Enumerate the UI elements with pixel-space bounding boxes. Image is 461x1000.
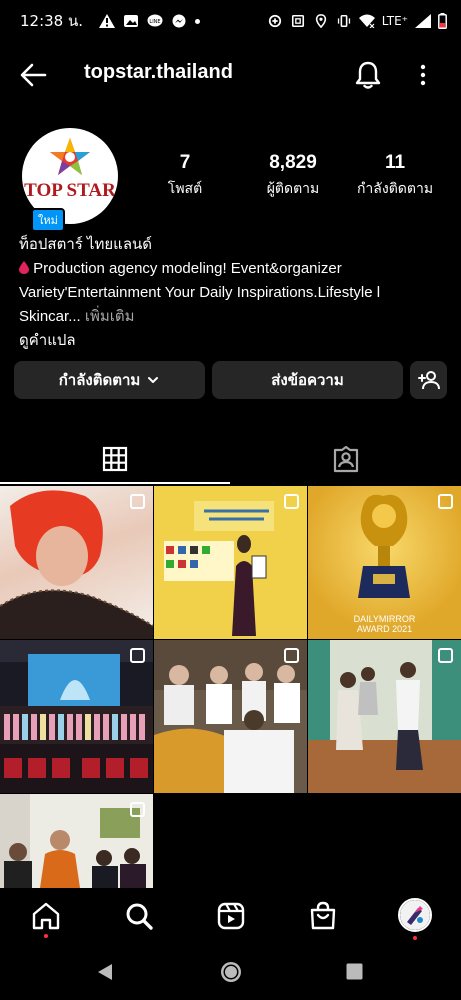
status-time: 12:38 น. [20,12,84,30]
profile-icon[interactable] [398,898,432,932]
bio-text-1: Production agency modeling! Event&organi… [29,260,342,277]
chevron-down-icon [148,377,159,383]
multi-post-icon [438,648,453,663]
signal-icon [415,14,431,28]
multi-post-icon [284,648,299,663]
nfc-icon [291,14,304,28]
network-label: LTE⁺ [381,14,408,28]
stat-followers[interactable]: 8,829 ผู้ติดตาม [248,152,338,200]
stat-label: โพสต์ [167,181,203,197]
reels-icon[interactable] [215,900,247,932]
award-caption-line1: DAILYMIRROR [353,614,416,624]
stat-posts[interactable]: 7 โพสต์ [145,152,225,200]
tab-tagged[interactable] [231,434,461,484]
add-person-icon [417,371,440,390]
profile-bio: ท็อปสตาร์ ไทยแลนด์ Production agency mod… [19,233,449,353]
stat-value: 11 [384,152,406,173]
new-story-badge: ใหม่ [31,208,65,232]
post-thumbnail[interactable] [0,794,153,888]
message-button-label: ส่งข้อความ [271,372,344,389]
profile-username: topstar.thailand [84,61,233,83]
warning-icon [99,14,116,28]
search-icon[interactable] [123,900,155,932]
back-arrow-icon[interactable] [18,60,48,90]
stat-label: กำลังติดตาม [356,181,434,197]
messenger-icon [172,14,186,28]
multi-post-icon [130,648,145,663]
suggest-people-button[interactable] [410,361,447,399]
location-icon [315,14,326,28]
grid-icon [102,446,128,472]
data-saver-icon [268,14,281,28]
post-image [0,490,153,639]
profile-header: topstar.thailand [0,52,461,98]
multi-post-icon [130,802,145,817]
award-caption-line2: AWARD 2021 [356,624,413,634]
status-bar: 12:38 น. LINE LTE⁺ [0,0,461,42]
drop-icon [19,261,29,274]
tab-posts[interactable] [0,434,230,484]
line-app-icon: LINE [147,14,163,27]
bio-line: Skincar... เพิ่มเติม [19,305,449,329]
wifi-icon [358,14,375,28]
bell-icon[interactable] [354,60,382,90]
post-thumbnail[interactable] [0,486,153,639]
profile-notification-dot [413,936,417,940]
post-thumbnail[interactable] [308,640,461,793]
more-notifications-dot [195,18,201,24]
multi-post-icon [438,494,453,509]
following-button[interactable]: กำลังติดตาม [14,361,205,399]
bio-text-2: Variety'Entertainment Your Daily Inspira… [19,284,381,301]
multi-post-icon [284,494,299,509]
system-home-icon[interactable] [219,960,243,984]
bio-line: Production agency modeling! Event&organi… [19,257,449,281]
shop-icon[interactable] [307,900,339,932]
home-notification-dot [44,934,48,938]
multi-post-icon [130,494,145,509]
system-navigation-bar [0,946,461,1000]
vibrate-icon [337,14,350,28]
system-recents-icon[interactable] [346,963,363,980]
bio-text-3: Skincar... [19,308,81,325]
profile-avatar-image [400,900,430,930]
action-buttons: กำลังติดตาม ส่งข้อความ [14,361,447,399]
tagged-icon [333,445,359,473]
post-thumbnail[interactable] [0,640,153,793]
battery-icon [438,13,447,29]
bottom-navigation [0,890,461,946]
see-more-link[interactable]: เพิ่มเติม [81,308,135,325]
star-logo-icon [50,138,90,175]
post-image [154,486,307,639]
active-tab-indicator [0,482,230,484]
svg-text:LINE: LINE [149,19,160,25]
system-back-icon[interactable] [96,962,114,982]
following-button-label: กำลังติดตาม [58,372,141,389]
stat-following[interactable]: 11 กำลังติดตาม [348,152,442,200]
post-thumbnail[interactable]: DAILYMIRROR AWARD 2021 [308,486,461,639]
more-vertical-icon[interactable] [416,62,430,88]
stat-value: 7 [179,152,191,173]
see-translation-link[interactable]: ดูคำแปล [19,329,449,353]
image-icon [124,15,139,27]
message-button[interactable]: ส่งข้อความ [212,361,403,399]
post-thumbnail[interactable] [154,486,307,639]
post-thumbnail[interactable] [154,640,307,793]
post-image [154,640,307,793]
display-name: ท็อปสตาร์ ไทยแลนด์ [19,236,153,253]
profile-tabs [0,434,461,484]
post-image [308,640,461,793]
stat-label: ผู้ติดตาม [266,181,320,197]
stat-value: 8,829 [269,152,317,173]
award-caption: DAILYMIRROR AWARD 2021 [308,614,461,634]
post-image [0,640,153,793]
avatar-logo-text: TOP STAR [24,180,116,201]
home-icon[interactable] [30,900,62,932]
